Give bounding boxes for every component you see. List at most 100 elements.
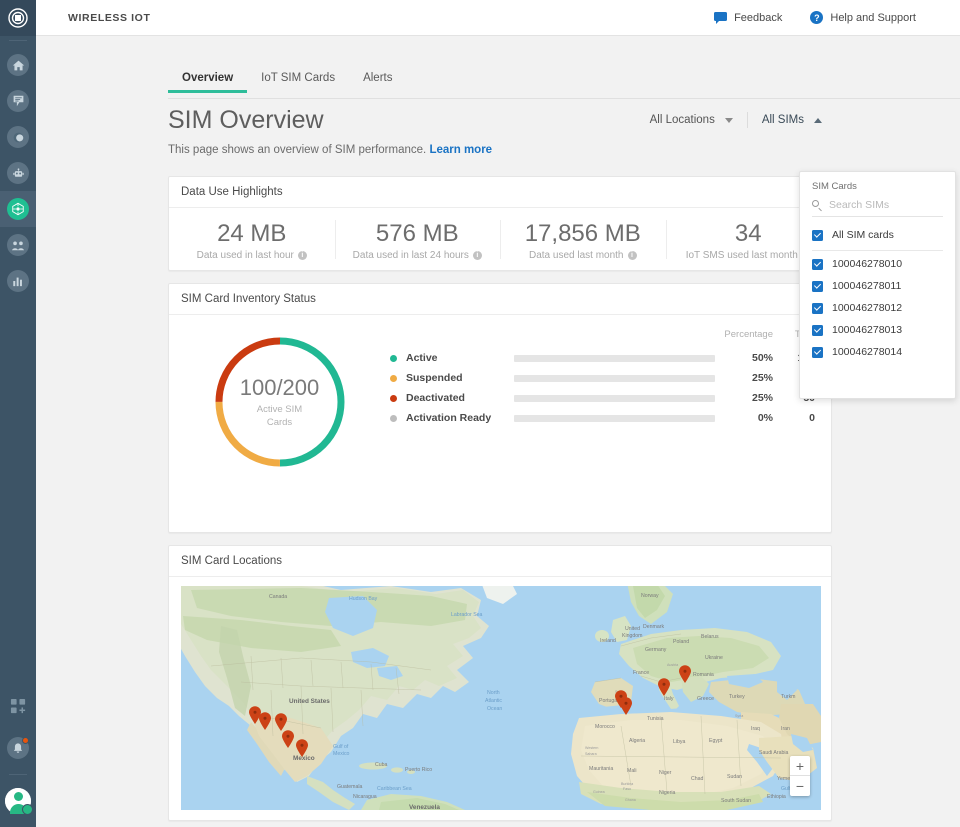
sidebar-item-apps[interactable] <box>0 688 36 724</box>
search-input[interactable] <box>829 199 943 211</box>
tab-alerts[interactable]: Alerts <box>349 72 406 93</box>
map-label: Gulf of <box>333 744 348 750</box>
map-label: Ireland <box>600 638 616 644</box>
map-label: Guatemala <box>337 784 362 790</box>
info-icon[interactable]: i <box>298 251 307 260</box>
checkbox-checked-icon[interactable] <box>812 281 823 292</box>
checkbox-checked-icon[interactable] <box>812 230 823 241</box>
help-and-support-link[interactable]: ? Help and Support <box>810 11 916 24</box>
tab-overview[interactable]: Overview <box>168 72 247 93</box>
sidebar-item-messages[interactable] <box>0 83 36 119</box>
map-label: Nigeria <box>659 790 675 796</box>
legend-header-row: Percentage Total <box>390 329 815 340</box>
sim-option[interactable]: 100046278013 <box>800 319 955 341</box>
map-label: Canada <box>269 594 287 600</box>
donut-caption-line1: Active SIM <box>257 404 302 417</box>
map-label: Germany <box>645 647 666 653</box>
map-zoom-controls: + − <box>790 756 810 796</box>
sidebar-item-home[interactable] <box>0 47 36 83</box>
feedback-link[interactable]: Feedback <box>714 12 782 24</box>
tab-bar: Overview IoT SIM Cards Alerts <box>168 72 406 93</box>
legend-bar-track <box>514 355 715 362</box>
sidebar-item-bot[interactable] <box>0 155 36 191</box>
map-label: Norway <box>641 593 659 599</box>
map-label: Western <box>585 746 598 750</box>
sidebar-item-cloud[interactable] <box>0 119 36 155</box>
legend-color-dot <box>390 415 397 422</box>
legend-color-dot <box>390 355 397 362</box>
legend-color-dot <box>390 395 397 402</box>
filter-bar: All Locations All SIMs <box>636 112 836 128</box>
map-label: Mauritania <box>589 766 613 772</box>
all-locations-filter[interactable]: All Locations <box>636 114 747 126</box>
stat-label: Data used in last 24 hours <box>353 250 469 261</box>
app-logo[interactable] <box>0 0 36 36</box>
people-icon <box>7 234 29 256</box>
inventory-legend: Percentage Total Active 50% 100 Suspende… <box>390 329 831 533</box>
map-label: Atlantic <box>485 698 502 704</box>
map-label: Greece <box>697 696 714 702</box>
legend-bar-track <box>514 375 715 382</box>
inventory-body: 100/200 Active SIM Cards Percentage Tota… <box>169 315 831 533</box>
sim-option[interactable]: 100046278012 <box>800 297 955 319</box>
info-icon[interactable]: i <box>628 251 637 260</box>
sim-option[interactable]: 100046278011 <box>800 275 955 297</box>
sidebar-item-analytics[interactable] <box>0 263 36 299</box>
legend-label: Active <box>406 352 514 364</box>
map-label: Puerto Rico <box>405 767 432 773</box>
help-icon: ? <box>810 11 823 24</box>
map-label: Ghana <box>625 798 636 802</box>
checkbox-checked-icon[interactable] <box>812 347 823 358</box>
zoom-in-button[interactable]: + <box>790 756 810 776</box>
map-pin-marker[interactable] <box>619 697 633 715</box>
map-pin-marker[interactable] <box>657 678 671 696</box>
learn-more-link[interactable]: Learn more <box>429 144 492 156</box>
chevron-down-icon <box>725 118 733 123</box>
legend-color-dot <box>390 375 397 382</box>
legend-label: Deactivated <box>406 392 514 404</box>
sim-option[interactable]: 100046278010 <box>800 253 955 275</box>
info-icon[interactable]: i <box>473 251 482 260</box>
map-label: Poland <box>673 639 689 645</box>
sidebar-item-users[interactable] <box>0 227 36 263</box>
map-label: Ukraine <box>705 655 723 661</box>
map-canvas[interactable]: CanadaHudson BayLabrador SeaUnited State… <box>181 586 821 810</box>
bar-chart-icon <box>7 270 29 292</box>
rail-divider-top <box>9 40 27 41</box>
all-sim-cards-label: All SIM cards <box>832 229 894 241</box>
sim-option[interactable]: 100046278014 <box>800 341 955 363</box>
map-label: Nicaragua <box>353 794 377 800</box>
checkbox-checked-icon[interactable] <box>812 325 823 336</box>
tab-iot-sim-cards[interactable]: IoT SIM Cards <box>247 72 349 93</box>
map-pin-marker[interactable] <box>274 713 288 731</box>
rail-divider-bottom <box>9 774 27 775</box>
checkbox-checked-icon[interactable] <box>812 303 823 314</box>
map-pin-marker[interactable] <box>281 730 295 748</box>
legend-row: Suspended 25% 50 <box>390 368 815 388</box>
map-label: Saudi Arabia <box>759 750 788 756</box>
data-use-highlights-card: Data Use Highlights 24 MB Data used in l… <box>168 176 832 271</box>
map-pin-marker[interactable] <box>258 712 272 730</box>
map-label: Morocco <box>595 724 615 730</box>
stat-label: Data used in last hour <box>197 250 294 261</box>
legend-row: Active 50% 100 <box>390 348 815 368</box>
sim-option-label: 100046278013 <box>832 324 902 336</box>
zoom-out-button[interactable]: − <box>790 776 810 796</box>
map-label: Iraq <box>751 726 760 732</box>
checkbox-checked-icon[interactable] <box>812 259 823 270</box>
map-pin-marker[interactable] <box>295 739 309 757</box>
sidebar-item-account[interactable] <box>0 783 36 819</box>
map-pin-marker[interactable] <box>678 665 692 683</box>
sidebar-item-iot[interactable] <box>0 191 36 227</box>
feedback-icon <box>714 12 727 23</box>
stat-value: 24 MB <box>169 220 335 248</box>
page-subtitle-text: This page shows an overview of SIM perfo… <box>168 144 426 156</box>
sim-option-label: 100046278011 <box>832 280 901 292</box>
map-label: Mali <box>627 768 637 774</box>
sidebar-item-notifications[interactable] <box>0 730 36 766</box>
all-sims-filter[interactable]: All SIMs <box>748 114 836 126</box>
map-label: United <box>625 626 640 632</box>
map-label: Venezuela <box>409 804 440 810</box>
all-sim-cards-option[interactable]: All SIM cards <box>800 219 955 250</box>
legend-label: Suspended <box>406 372 514 384</box>
